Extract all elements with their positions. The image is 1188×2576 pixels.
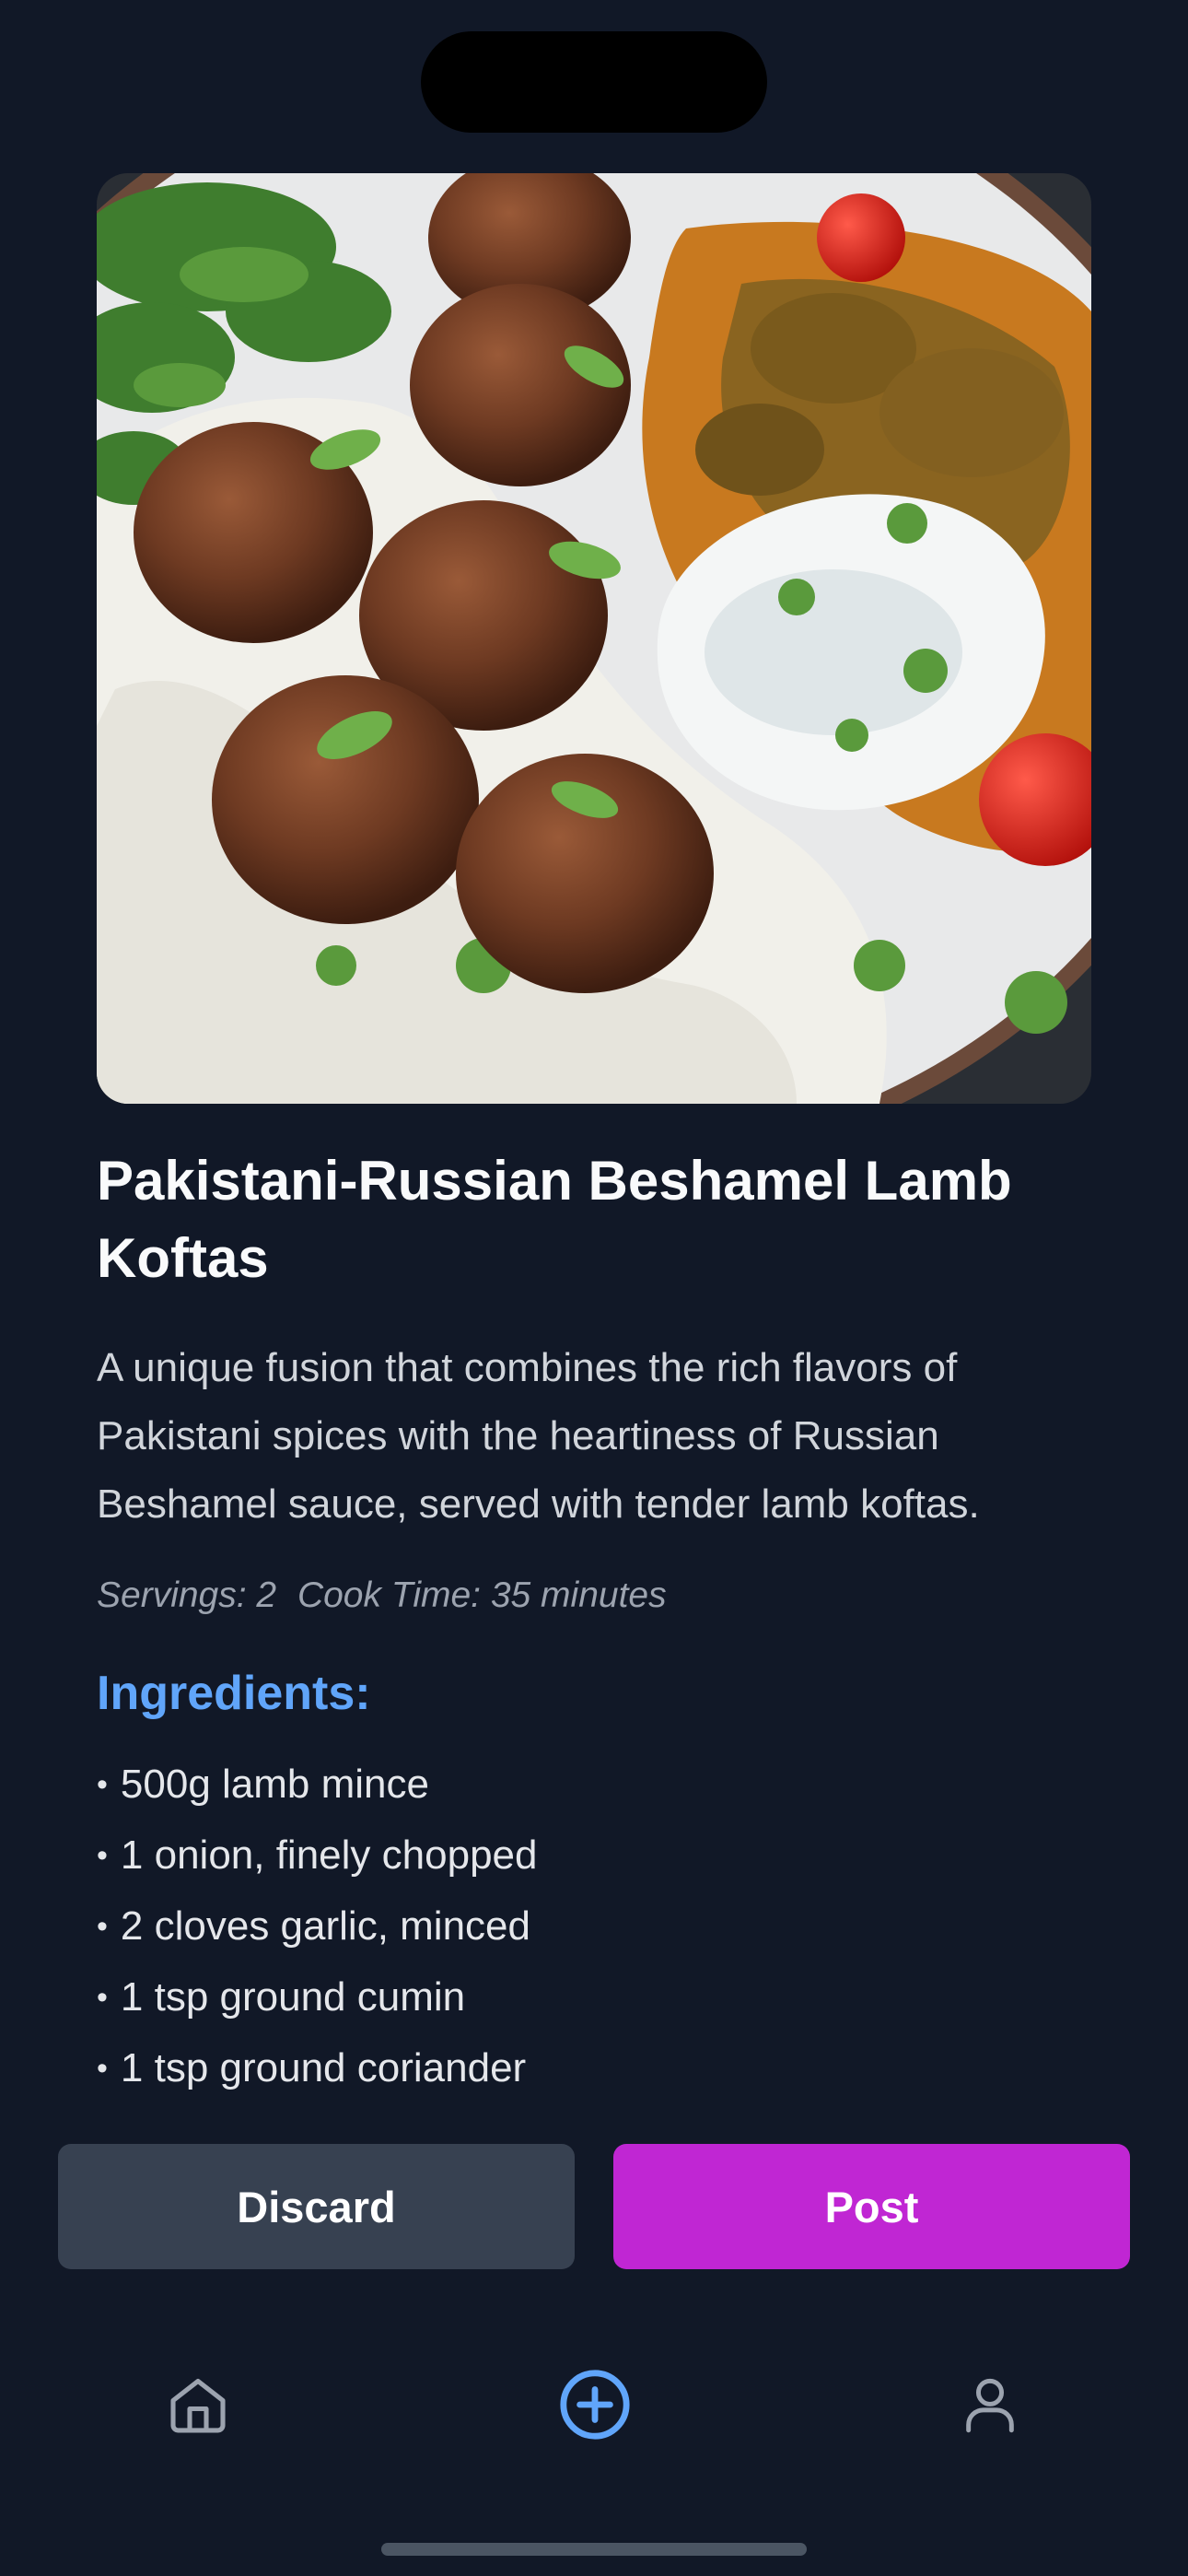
ingredients-heading: Ingredients:	[97, 1667, 371, 1720]
plus-circle-icon	[560, 2370, 630, 2440]
ingredient-item: 1 onion, finely chopped	[97, 1821, 538, 1892]
post-button[interactable]: Post	[613, 2144, 1130, 2269]
recipe-description: A unique fusion that combines the rich f…	[97, 1345, 980, 1527]
recipe-meta: Servings: 2 Cook Time: 35 minutes	[97, 1575, 667, 1616]
dynamic-island	[421, 31, 767, 133]
tab-profile[interactable]	[935, 2340, 1045, 2469]
recipe-photo-illustration	[97, 173, 1091, 1104]
user-icon	[966, 2378, 1014, 2433]
tab-home[interactable]	[143, 2340, 253, 2469]
ingredient-item: 1 tsp ground coriander	[97, 2034, 537, 2105]
ingredient-item: 1 tsp ground cumin	[97, 1963, 537, 2034]
bottom-tab-bar	[0, 2340, 1188, 2469]
cook-time-text: Cook Time: 35 minutes	[297, 1575, 667, 1615]
recipe-photo	[97, 173, 1091, 1104]
tab-create[interactable]	[540, 2340, 650, 2469]
home-indicator	[381, 2543, 807, 2556]
home-icon	[170, 2378, 226, 2433]
discard-button[interactable]: Discard	[58, 2144, 575, 2269]
ingredients-list: 500g lamb mince 1 onion, finely chopped …	[97, 1751, 538, 2105]
recipe-title: Pakistani-Russian Beshamel Lamb Koftas	[97, 1150, 1012, 1289]
ingredient-item: 2 cloves garlic, minced	[97, 1892, 537, 1963]
servings-text: Servings: 2	[97, 1575, 277, 1615]
ingredient-item: 500g lamb mince	[97, 1751, 537, 1821]
